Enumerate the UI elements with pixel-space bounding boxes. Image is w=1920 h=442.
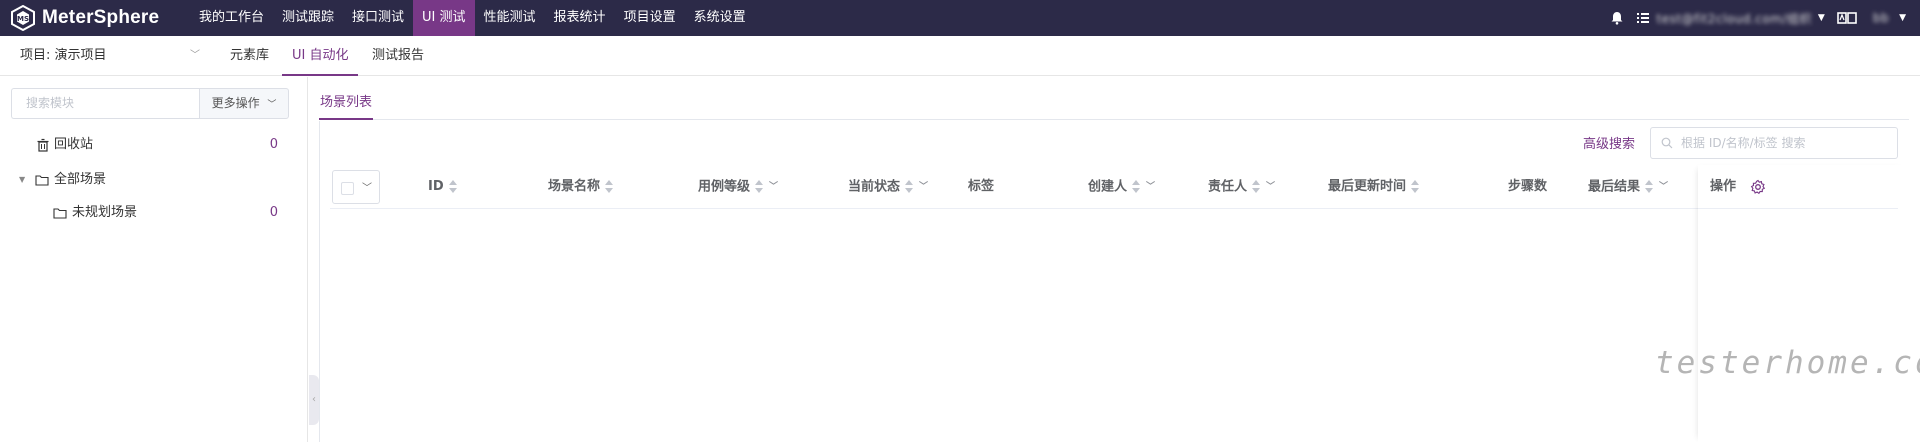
panel-collapse-handle[interactable]: ‹ <box>309 375 319 425</box>
bell-icon[interactable] <box>1610 11 1624 25</box>
filter-icon[interactable]: ﹀ <box>769 165 778 209</box>
tab-element-library[interactable]: 元素库 <box>220 36 279 76</box>
operation-column: 操作 <box>1698 165 1908 442</box>
filter-icon[interactable]: ﹀ <box>1659 165 1668 209</box>
user-menu[interactable]: bb <box>1873 11 1889 25</box>
svg-text:MS: MS <box>17 15 29 23</box>
column-label: 最后结果 <box>1588 179 1641 195</box>
chevron-down-icon[interactable]: ▼ <box>1899 13 1906 23</box>
tab-scene-list[interactable]: 场景列表 <box>319 86 374 120</box>
top-right-tools: test@fit2cloud.com/组织 ▼ bb ▼ <box>1604 0 1920 36</box>
sort-icon[interactable] <box>1252 180 1261 194</box>
sort-icon[interactable] <box>905 180 914 194</box>
trash-icon <box>37 138 49 152</box>
tree-item-label: 回收站 <box>54 137 94 152</box>
more-actions-label: 更多操作 <box>211 96 260 110</box>
app-name: MeterSphere <box>42 7 160 28</box>
app-logo[interactable]: MS MeterSphere <box>0 5 190 31</box>
main-tab-bar: 场景列表 <box>319 86 1909 120</box>
column-operation: 操作 <box>1710 179 1737 194</box>
column-case-level[interactable]: 用例等级 ﹀ <box>698 165 778 209</box>
tab-test-report[interactable]: 测试报告 <box>362 36 434 76</box>
user-org-selector[interactable]: test@fit2cloud.com/组织 <box>1656 10 1811 27</box>
top-navbar: MS MeterSphere 我的工作台 测试跟踪 接口测试 UI 测试 性能测… <box>0 0 1920 36</box>
metersphere-logo-icon: MS <box>11 5 35 31</box>
column-last-result[interactable]: 最后结果 ﹀ <box>1588 165 1668 209</box>
chevron-down-icon: ﹀ <box>267 100 277 110</box>
column-label: ID <box>428 179 444 194</box>
project-selector[interactable]: 项目: 演示项目 ﹀ <box>20 36 200 76</box>
column-id[interactable]: ID <box>428 165 457 209</box>
nav-system-settings[interactable]: 系统设置 <box>685 0 755 36</box>
search-icon <box>1661 137 1673 149</box>
sort-icon[interactable] <box>605 179 614 194</box>
column-label: 当前状态 <box>848 179 901 195</box>
main-nav: 我的工作台 测试跟踪 接口测试 UI 测试 性能测试 报表统计 项目设置 系统设… <box>190 0 755 36</box>
nav-workbench[interactable]: 我的工作台 <box>190 0 273 36</box>
nav-project-settings[interactable]: 项目设置 <box>615 0 685 36</box>
sort-icon[interactable] <box>755 180 764 194</box>
tree-item-label: 未规划场景 <box>72 205 138 220</box>
column-creator[interactable]: 创建人 ﹀ <box>1088 165 1155 209</box>
scene-table-header: ﹀ ID 场景名称 用例等级 ﹀ 当前状态 ﹀ 标签 创建人 ﹀ 责任人 ﹀ 最后更新时… <box>330 165 1898 209</box>
project-label: 项目: 演示项目 <box>20 48 107 63</box>
tree-item-count: 0 <box>269 137 278 152</box>
column-status[interactable]: 当前状态 ﹀ <box>848 165 928 209</box>
watermark: testerhome.com <box>1655 345 1920 381</box>
nav-performance[interactable]: 性能测试 <box>475 0 545 36</box>
select-all-dropdown[interactable]: ﹀ <box>332 170 380 204</box>
filter-icon[interactable]: ﹀ <box>1266 165 1275 209</box>
search-placeholder: 根据 ID/名称/标签 搜索 <box>1681 136 1806 150</box>
language-icon[interactable] <box>1837 11 1857 25</box>
sort-icon[interactable] <box>1645 180 1654 194</box>
tab-ui-automation[interactable]: UI 自动化 <box>282 36 359 76</box>
scene-search-input[interactable]: 根据 ID/名称/标签 搜索 <box>1650 127 1898 159</box>
module-search-input[interactable]: 搜索模块 <box>11 88 199 119</box>
sort-icon[interactable] <box>448 179 457 194</box>
column-label: 最后更新时间 <box>1328 179 1407 194</box>
column-last-updated[interactable]: 最后更新时间 <box>1328 165 1420 209</box>
caret-down-icon[interactable]: ▼ <box>19 167 25 193</box>
tree-item-unplanned[interactable]: 未规划场景 0 <box>0 200 300 226</box>
task-list-icon[interactable] <box>1636 11 1650 25</box>
nav-test-track[interactable]: 测试跟踪 <box>273 0 343 36</box>
column-label: 创建人 <box>1088 179 1128 195</box>
advanced-search-link[interactable]: 高级搜索 <box>1583 133 1635 152</box>
sub-navbar: 项目: 演示项目 ﹀ 元素库 UI 自动化 测试报告 <box>0 36 1920 76</box>
column-tags: 标签 <box>968 179 995 194</box>
tree-item-all-scenes[interactable]: ▼ 全部场景 <box>0 167 300 193</box>
column-label: 场景名称 <box>548 179 601 194</box>
select-all-checkbox[interactable] <box>341 182 354 195</box>
more-actions-button[interactable]: 更多操作 ﹀ <box>199 88 289 119</box>
folder-icon <box>35 175 49 186</box>
folder-icon <box>53 208 67 219</box>
nav-reports[interactable]: 报表统计 <box>545 0 615 36</box>
filter-icon[interactable]: ﹀ <box>1146 165 1155 209</box>
column-label: 用例等级 <box>698 179 751 195</box>
sort-icon[interactable] <box>1132 180 1141 194</box>
chevron-down-icon: ﹀ <box>190 50 200 61</box>
tree-item-label: 全部场景 <box>54 172 107 187</box>
column-step-count: 步骤数 <box>1508 179 1548 194</box>
column-scene-name[interactable]: 场景名称 <box>548 165 614 209</box>
column-owner[interactable]: 责任人 ﹀ <box>1208 165 1275 209</box>
tree-item-recycle-bin[interactable]: 回收站 0 <box>0 132 300 158</box>
chevron-down-icon[interactable]: ▼ <box>1818 13 1825 23</box>
filter-icon[interactable]: ﹀ <box>919 165 928 209</box>
module-tree-panel: 搜索模块 更多操作 ﹀ 回收站 0 ▼ 全部场景 未规划场景 0 <box>0 77 308 442</box>
sort-icon[interactable] <box>1411 179 1420 194</box>
tree-item-count: 0 <box>269 205 278 220</box>
chevron-down-icon[interactable]: ﹀ <box>362 179 372 194</box>
nav-ui-test[interactable]: UI 测试 <box>413 0 475 36</box>
nav-api-test[interactable]: 接口测试 <box>343 0 413 36</box>
gear-icon[interactable] <box>1750 179 1766 195</box>
column-label: 责任人 <box>1208 179 1248 195</box>
